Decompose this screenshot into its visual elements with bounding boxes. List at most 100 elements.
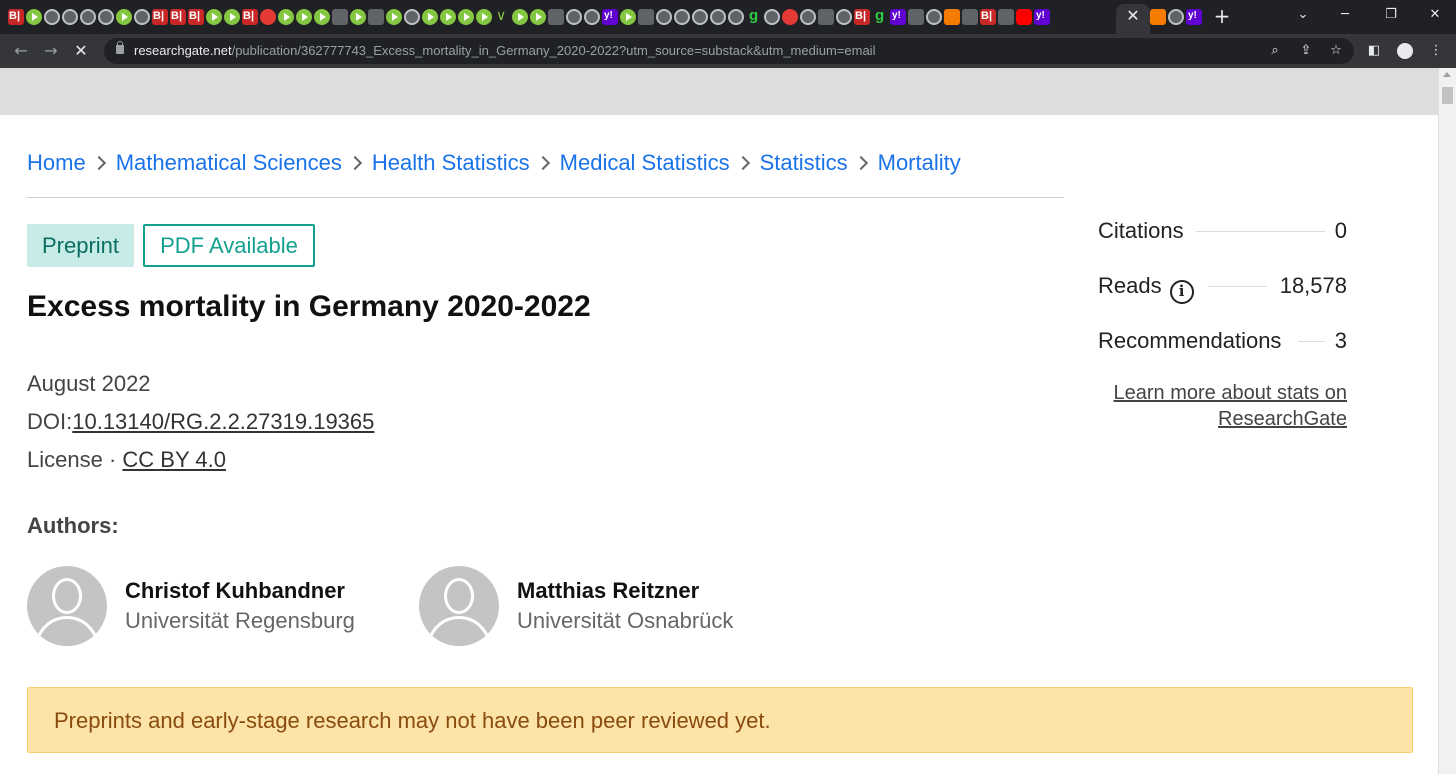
stop-loading-icon[interactable]: ✕	[70, 40, 92, 62]
tab-favicon-rumble-icon[interactable]	[296, 9, 312, 25]
tab-favicon-globe-icon[interactable]	[764, 9, 780, 25]
pdf-available-badge[interactable]: PDF Available	[143, 224, 315, 267]
tab-favicon-yt-icon[interactable]	[1016, 9, 1032, 25]
tab-favicon-orange-icon[interactable]	[944, 9, 960, 25]
avatar-placeholder-icon[interactable]	[419, 566, 499, 646]
breadcrumb-mathematical-sciences[interactable]: Mathematical Sciences	[116, 150, 342, 176]
tab-favicon-g-icon[interactable]	[746, 7, 762, 25]
tab-favicon-globe-icon[interactable]	[710, 9, 726, 25]
tab-favicon-globe-icon[interactable]	[728, 9, 744, 25]
tab-favicon-globe-icon[interactable]	[566, 9, 582, 25]
tab-favicon-globe-icon[interactable]	[44, 9, 60, 25]
tab-favicon-globe-icon[interactable]	[800, 9, 816, 25]
scroll-up-arrow-icon[interactable]	[1443, 72, 1451, 77]
tab-favicon-grey-icon[interactable]	[962, 9, 978, 25]
breadcrumb-home[interactable]: Home	[27, 150, 86, 176]
doi-link[interactable]: 10.13140/RG.2.2.27319.19365	[72, 409, 374, 434]
new-tab-button[interactable]: +	[1212, 5, 1232, 27]
tab-favicon-grey-icon[interactable]	[368, 9, 384, 25]
tab-favicon-red-icon[interactable]	[260, 9, 276, 25]
tab-favicon-rumble-icon[interactable]	[26, 9, 42, 25]
tab-favicon-rumble-icon[interactable]	[206, 9, 222, 25]
tab-favicon-globe-icon[interactable]	[836, 9, 852, 25]
author-name[interactable]: Christof Kuhbandner	[125, 578, 345, 604]
breadcrumb-health-statistics[interactable]: Health Statistics	[372, 150, 530, 176]
tab-favicon-globe-icon[interactable]	[1168, 9, 1184, 25]
tab-favicon-globe-icon[interactable]	[926, 9, 942, 25]
tab-favicon-yahoo-icon[interactable]	[1034, 9, 1050, 25]
tab-favicon-rumble-icon[interactable]	[440, 9, 456, 25]
tab-favicon-rumble-icon[interactable]	[422, 9, 438, 25]
tab-favicon-grey-icon[interactable]	[998, 9, 1014, 25]
breadcrumb-medical-statistics[interactable]: Medical Statistics	[560, 150, 730, 176]
tab-favicon-yahoo-icon[interactable]	[1186, 9, 1202, 25]
tab-favicon-bi-icon[interactable]	[170, 9, 186, 25]
tab-favicon-grey-icon[interactable]	[818, 9, 834, 25]
tab-favicon-rumble-icon[interactable]	[476, 9, 492, 25]
breadcrumb-statistics[interactable]: Statistics	[760, 150, 848, 176]
profile-icon[interactable]	[1397, 43, 1413, 59]
tab-favicon-rumble-icon[interactable]	[314, 9, 330, 25]
tab-favicon-rumble-icon[interactable]	[620, 9, 636, 25]
tab-favicon-rumble-icon[interactable]	[512, 9, 528, 25]
tab-favicon-grey-icon[interactable]	[638, 9, 654, 25]
zoom-icon[interactable]: ⌕	[1265, 41, 1285, 61]
tab-favicon-grey-icon[interactable]	[332, 9, 348, 25]
tab-favicon-globe-icon[interactable]	[656, 9, 672, 25]
tab-favicon-globe-icon[interactable]	[134, 9, 150, 25]
scroll-thumb[interactable]	[1442, 87, 1453, 104]
lock-icon[interactable]	[116, 41, 124, 54]
tab-favicon-globe-icon[interactable]	[674, 9, 690, 25]
address-bar[interactable]: researchgate.net/publication/362777743_E…	[104, 38, 1354, 64]
tab-favicon-bi-icon[interactable]	[980, 9, 996, 25]
window-close-icon[interactable]: ✕	[1424, 5, 1446, 25]
author-card[interactable]: Christof Kuhbandner Universität Regensbu…	[27, 566, 407, 646]
tab-favicon-grey-icon[interactable]	[908, 9, 924, 25]
side-panel-icon[interactable]: ◧	[1364, 41, 1384, 61]
learn-more-stats-link[interactable]: Learn more about stats on ResearchGate	[1098, 380, 1347, 432]
tab-favicon-yahoo-icon[interactable]	[602, 9, 618, 25]
tab-favicon-globe-icon[interactable]	[692, 9, 708, 25]
tab-favicon-grey-icon[interactable]	[548, 9, 564, 25]
menu-kebab-icon[interactable]: ⋮	[1426, 41, 1446, 61]
tab-favicon-globe-icon[interactable]	[404, 9, 420, 25]
tab-favicon-red-icon[interactable]	[782, 9, 798, 25]
restore-icon[interactable]: ❐	[1380, 5, 1402, 25]
tab-favicon-rumble-icon[interactable]	[278, 9, 294, 25]
tab-favicon-globe-icon[interactable]	[584, 9, 600, 25]
share-icon[interactable]: ⇪	[1296, 41, 1316, 61]
bookmark-star-icon[interactable]: ☆	[1326, 41, 1346, 61]
license-link[interactable]: CC BY 4.0	[122, 447, 226, 472]
page-scrollbar[interactable]	[1438, 68, 1456, 774]
tab-favicon-rumble-icon[interactable]	[116, 9, 132, 25]
info-icon[interactable]: i	[1169, 280, 1194, 304]
tab-favicon-rumble-icon[interactable]	[458, 9, 474, 25]
author-institution[interactable]: Universität Regensburg	[125, 608, 355, 634]
tab-favicon-orange-icon[interactable]	[1150, 9, 1166, 25]
avatar-placeholder-icon[interactable]	[27, 566, 107, 646]
tab-favicon-bi-icon[interactable]	[854, 9, 870, 25]
tab-favicon-bi-icon[interactable]	[242, 9, 258, 25]
tab-favicon-rumble-icon[interactable]	[530, 9, 546, 25]
tab-favicon-g-icon[interactable]	[872, 7, 888, 25]
forward-icon[interactable]: →	[40, 40, 62, 62]
tab-favicon-globe-icon[interactable]	[62, 9, 78, 25]
author-card[interactable]: Matthias Reitzner Universität Osnabrück	[419, 566, 799, 646]
tab-favicon-rumble-icon[interactable]	[224, 9, 240, 25]
tab-favicon-bi-icon[interactable]	[188, 9, 204, 25]
tab-favicon-globe-icon[interactable]	[98, 9, 114, 25]
tab-favicon-yahoo-icon[interactable]	[890, 9, 906, 25]
author-institution[interactable]: Universität Osnabrück	[517, 608, 733, 634]
back-icon[interactable]: ←	[10, 40, 32, 62]
tab-favicon-bi-icon[interactable]	[8, 9, 24, 25]
url-text[interactable]: researchgate.net/publication/362777743_E…	[134, 43, 875, 58]
author-name[interactable]: Matthias Reitzner	[517, 578, 699, 604]
breadcrumb-mortality[interactable]: Mortality	[878, 150, 961, 176]
minimize-icon[interactable]: ─	[1334, 5, 1356, 25]
tab-search-icon[interactable]: ⌄	[1292, 5, 1314, 25]
tab-favicon-rumble-icon[interactable]	[386, 9, 402, 25]
tab-favicon-rumble-icon[interactable]	[350, 9, 366, 25]
tab-favicon-globe-icon[interactable]	[80, 9, 96, 25]
close-tab-icon[interactable]: ✕	[1124, 6, 1142, 26]
tab-favicon-v-icon[interactable]	[494, 8, 510, 25]
